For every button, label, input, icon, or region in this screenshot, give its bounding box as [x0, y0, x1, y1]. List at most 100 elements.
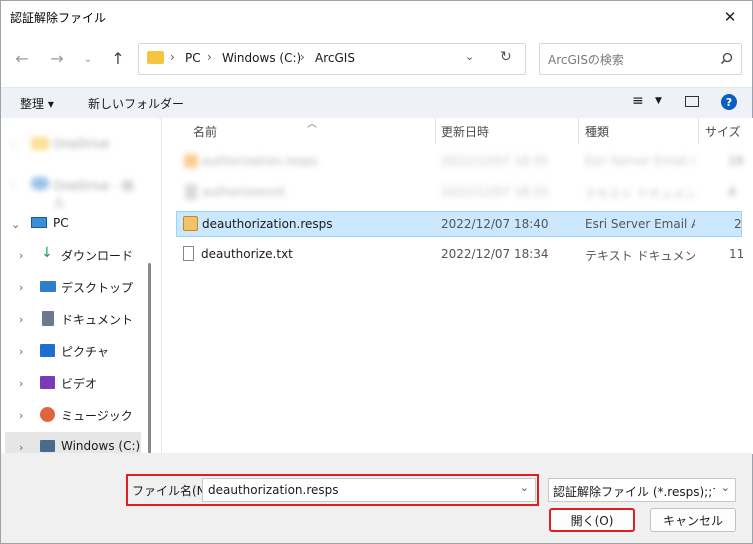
column-header-size[interactable]: サイズ [705, 118, 741, 144]
open-button-label: 開く(O) [570, 513, 614, 528]
file-modified: 2022/12/07 18:40 [441, 217, 549, 231]
view-options-icon[interactable]: ≡ [632, 93, 644, 109]
breadcrumb-pc[interactable]: PC [185, 51, 201, 65]
column-modified-label: 更新日時 [441, 124, 490, 139]
column-name-label: 名前 [193, 124, 218, 139]
sidebar-item-downloads[interactable]: › ↓ ダウンロード [5, 240, 141, 270]
sidebar-item-label: PC [53, 216, 69, 230]
navigation-bar: ← → ⌄ ↑ › PC › Windows (C:) › ArcGIS ⌄ ↻… [1, 37, 752, 81]
sidebar-item-label: ドキュメント [61, 313, 134, 327]
title-bar: 認証解除ファイル ✕ [1, 1, 752, 33]
view-dropdown-icon[interactable]: ▼ [655, 96, 662, 106]
file-type: Esri Server Email A... [585, 217, 695, 231]
file-row[interactable]: authorizeevnt 2022/12/07 18:33 テキスト ドキュメ… [176, 180, 742, 206]
new-folder-button[interactable]: 新しいフォルダー [88, 95, 184, 112]
file-type: テキスト ドキュメント [585, 187, 695, 201]
document-icon [42, 311, 54, 326]
column-type-label: 種類 [585, 124, 610, 139]
column-divider [698, 118, 699, 144]
search-input[interactable]: ArcGISの検索 [548, 51, 624, 68]
file-modified: 2022/12/07 18:33 [441, 185, 549, 199]
sidebar-item-music[interactable]: › ミュージック [5, 400, 141, 430]
sidebar-item-label: デスクトップ [61, 281, 134, 295]
file-row-selected[interactable]: deauthorization.resps 2022/12/07 18:40 E… [176, 211, 742, 237]
chevron-down-icon[interactable]: ⌄ [520, 481, 529, 494]
filename-input[interactable]: deauthorization.resps ⌄ [202, 478, 536, 502]
chevron-right-icon: › [19, 408, 24, 422]
breadcrumb-separator-icon: › [300, 50, 305, 64]
file-type: テキスト ドキュメント [585, 249, 695, 263]
organize-button[interactable]: 整理 ▾ [20, 95, 54, 112]
music-icon [40, 407, 55, 422]
recent-locations-button[interactable]: ⌄ [77, 47, 99, 69]
file-size: 11 [729, 247, 745, 261]
address-bar[interactable]: › PC › Windows (C:) › ArcGIS ⌄ ↻ [138, 43, 526, 75]
breadcrumb-separator-icon: › [170, 50, 175, 64]
file-modified: 2022/12/07 18:34 [441, 247, 549, 261]
sidebar-item-pc[interactable]: ⌄ PC [5, 209, 141, 239]
preview-pane-icon[interactable] [685, 96, 699, 107]
column-divider [578, 118, 579, 144]
file-icon [185, 184, 197, 200]
cancel-button-label: キャンセル [662, 513, 723, 528]
file-size: 4 [728, 185, 736, 199]
sidebar-item-pictures[interactable]: › ピクチャ [5, 336, 141, 366]
address-dropdown-icon[interactable]: ⌄ [465, 50, 474, 63]
up-button[interactable]: ↑ [107, 47, 129, 69]
breadcrumb-drive[interactable]: Windows (C:) [222, 51, 301, 65]
sidebar-item-videos[interactable]: › ビデオ [5, 368, 141, 398]
arrow-left-icon: ← [15, 48, 29, 68]
forward-button[interactable]: → [46, 47, 68, 69]
breadcrumb-separator-icon: › [207, 50, 212, 64]
file-name: authorization.resps [202, 154, 318, 168]
file-type-select[interactable]: 認証解除ファイル (*.resps);;すべて ⌄ [548, 478, 736, 502]
refresh-icon[interactable]: ↻ [500, 49, 512, 65]
sidebar-item-label: ダウンロード [61, 249, 134, 263]
computer-icon [31, 217, 47, 228]
file-open-dialog: 認証解除ファイル ✕ ← → ⌄ ↑ › PC › Windows (C:) ›… [0, 0, 753, 544]
chevron-right-icon: › [19, 280, 24, 294]
file-name: deauthorize.txt [201, 247, 293, 261]
search-box[interactable]: ArcGISの検索 [539, 43, 742, 75]
navigation-pane: › OneDrive › OneDrive - 個人 ⌄ PC › ↓ ダウンロ… [1, 118, 159, 467]
sidebar-item-label: OneDrive [53, 137, 110, 151]
column-divider [435, 118, 436, 144]
chevron-right-icon: › [11, 137, 16, 151]
sidebar-item-desktop[interactable]: › デスクトップ [5, 272, 141, 302]
search-icon[interactable] [720, 52, 733, 65]
close-button[interactable]: ✕ [708, 1, 752, 33]
chevron-down-icon: ⌄ [83, 51, 93, 65]
file-type-value: 認証解除ファイル (*.resps);;すべて [553, 485, 715, 499]
chevron-right-icon: › [19, 248, 24, 262]
picture-icon [40, 344, 55, 357]
cloud-icon [31, 177, 49, 190]
sidebar-item-documents[interactable]: › ドキュメント [5, 304, 141, 334]
sort-up-icon: ︿ [307, 119, 317, 130]
cancel-button[interactable]: キャンセル [650, 508, 736, 532]
help-icon[interactable]: ? [721, 94, 737, 110]
video-icon [40, 376, 55, 389]
chevron-right-icon: › [19, 344, 24, 358]
back-button[interactable]: ← [11, 47, 33, 69]
sidebar-scrollbar[interactable] [148, 263, 151, 456]
column-header-type[interactable]: 種類 [585, 118, 609, 144]
file-size: 2 [734, 217, 742, 231]
sidebar-item-onedrive-personal[interactable]: › OneDrive - 個人 [5, 169, 141, 210]
open-button[interactable]: 開く(O) [549, 508, 635, 532]
breadcrumb-arcgis[interactable]: ArcGIS [315, 51, 355, 65]
folder-icon [147, 51, 164, 64]
command-bar: 整理 ▾ 新しいフォルダー ≡ ▼ ? [1, 87, 752, 119]
chevron-down-icon: ⌄ [720, 481, 730, 494]
sidebar-item-onedrive[interactable]: › OneDrive [5, 129, 141, 159]
filename-value: deauthorization.resps [208, 483, 339, 497]
sidebar-item-label: ビデオ [61, 377, 98, 391]
desktop-icon [40, 281, 56, 292]
folder-icon [31, 137, 49, 150]
chevron-right-icon: › [19, 376, 24, 390]
column-header-modified[interactable]: 更新日時 [441, 118, 489, 144]
file-row[interactable]: authorization.resps 2022/12/07 18:35 Esr… [176, 149, 743, 175]
column-header-name[interactable]: 名前 [193, 118, 217, 144]
file-row[interactable]: deauthorize.txt 2022/12/07 18:34 テキスト ドキ… [176, 242, 745, 268]
chevron-right-icon: › [19, 312, 24, 326]
chevron-right-icon: › [19, 440, 24, 454]
